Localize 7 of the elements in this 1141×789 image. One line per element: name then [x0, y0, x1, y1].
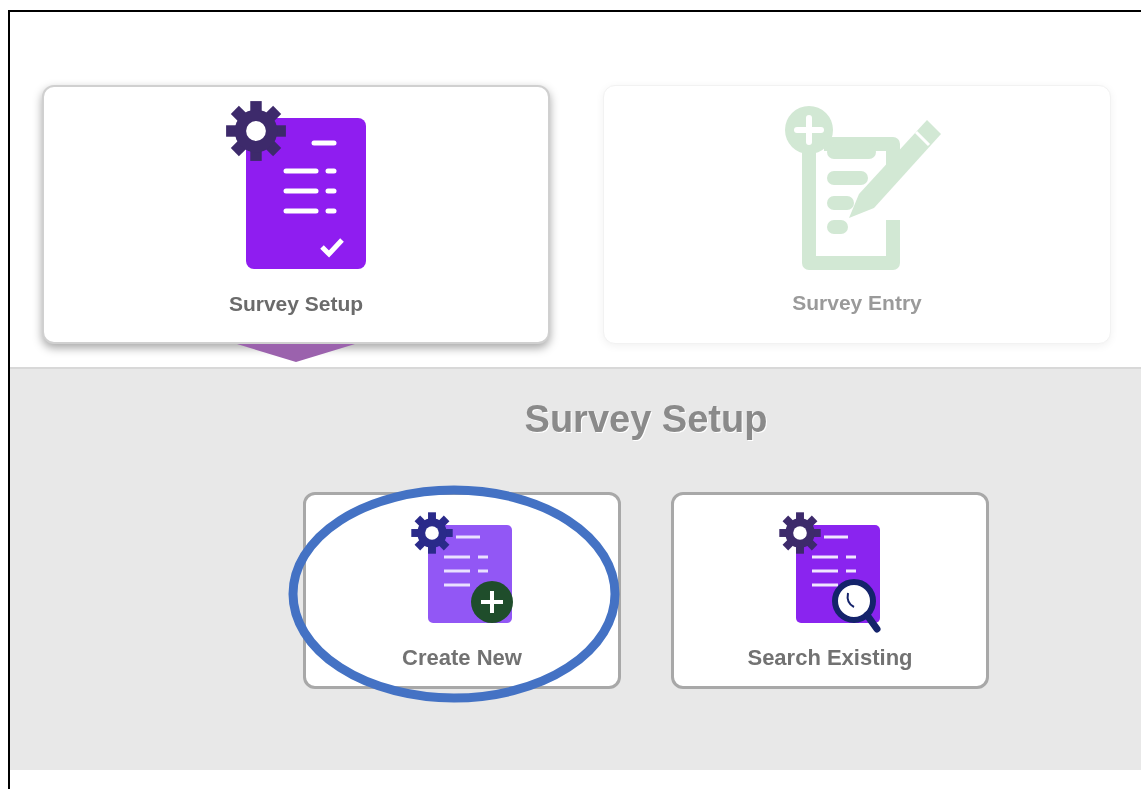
action-card[interactable]: Search Existing [671, 492, 989, 689]
document-magnifier-icon [778, 511, 882, 635]
action-card[interactable]: Create New [303, 492, 621, 689]
gear-document-icon [226, 101, 366, 271]
panel-title: Survey Setup [524, 397, 768, 442]
module-tab[interactable]: Survey Setup [42, 85, 550, 344]
document-plus-icon [410, 511, 514, 623]
